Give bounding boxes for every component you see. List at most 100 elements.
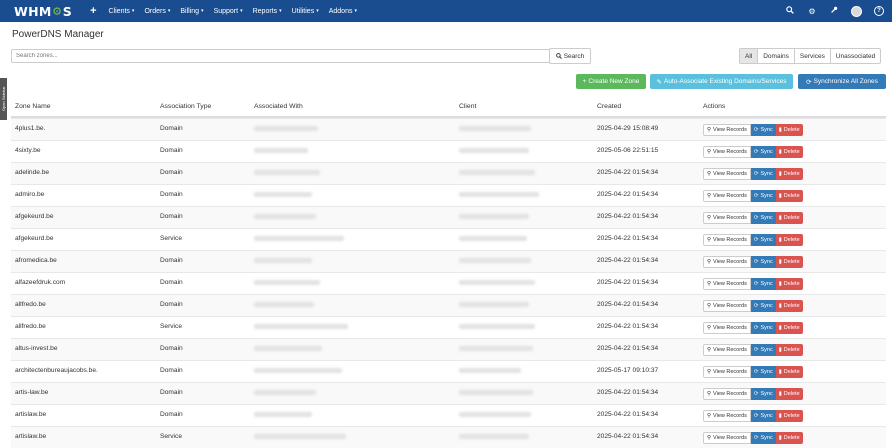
sync-button[interactable]: ⟳ Sync (750, 190, 776, 202)
delete-button[interactable]: ▮ Delete (775, 410, 803, 422)
wrench-icon[interactable] (829, 6, 839, 16)
view-records-button[interactable]: ⚲ View Records (703, 124, 751, 136)
view-records-button[interactable]: ⚲ View Records (703, 322, 751, 334)
sync-button[interactable]: ⟳ Sync (750, 278, 776, 290)
nav-billing[interactable]: Billing ▾ (180, 8, 203, 15)
sync-button[interactable]: ⟳ Sync (750, 344, 776, 356)
delete-button[interactable]: ▮ Delete (775, 300, 803, 312)
nav-support[interactable]: Support ▾ (214, 8, 243, 15)
help-icon[interactable]: ? (874, 6, 884, 16)
zone-name-cell[interactable]: alfazeefdruk.com (15, 279, 65, 286)
delete-button[interactable]: ▮ Delete (775, 168, 803, 180)
zone-name-cell[interactable]: adelinde.be (15, 169, 49, 176)
sync-button[interactable]: ⟳ Sync (750, 410, 776, 422)
zone-name-cell[interactable]: afgekeurd.be (15, 213, 54, 220)
view-records-button[interactable]: ⚲ View Records (703, 234, 751, 246)
zone-name-cell[interactable]: 4plus1.be. (15, 125, 45, 132)
delete-label: Delete (783, 259, 800, 265)
zone-name-cell[interactable]: afromedica.be (15, 257, 57, 264)
filter-domains[interactable]: Domains (757, 48, 795, 64)
zone-name-cell[interactable]: afgekeurd.be (15, 235, 54, 242)
sync-label: Sync (760, 171, 773, 177)
sync-all-button[interactable]: ⟳ Synchronize All Zones (798, 74, 886, 89)
view-records-button[interactable]: ⚲ View Records (703, 278, 751, 290)
zone-name-cell[interactable]: admiro.be (15, 191, 44, 198)
view-records-button[interactable]: ⚲ View Records (703, 432, 751, 444)
zone-name-cell[interactable]: altus-invest.be (15, 345, 58, 352)
table-row: 4sixty.be Domain 2025-05-06 22:51:15 ⚲ View … (11, 140, 886, 162)
filter-services[interactable]: Services (793, 48, 831, 64)
view-records-button[interactable]: ⚲ View Records (703, 146, 751, 158)
whmcs-logo[interactable]: WHM ⚙ S (14, 4, 72, 19)
zone-name-cell[interactable]: 4sixty.be (15, 147, 41, 154)
view-records-button[interactable]: ⚲ View Records (703, 388, 751, 400)
col-association-type[interactable]: Association Type (160, 103, 211, 110)
filter-all[interactable]: All (739, 48, 759, 64)
delete-button[interactable]: ▮ Delete (775, 256, 803, 268)
association-type-cell: Service (160, 433, 182, 440)
delete-button[interactable]: ▮ Delete (775, 278, 803, 290)
sync-button[interactable]: ⟳ Sync (750, 234, 776, 246)
view-records-button[interactable]: ⚲ View Records (703, 344, 751, 356)
delete-button[interactable]: ▮ Delete (775, 212, 803, 224)
delete-button[interactable]: ▮ Delete (775, 322, 803, 334)
sync-button[interactable]: ⟳ Sync (750, 366, 776, 378)
delete-button[interactable]: ▮ Delete (775, 190, 803, 202)
view-records-button[interactable]: ⚲ View Records (703, 168, 751, 180)
delete-button[interactable]: ▮ Delete (775, 234, 803, 246)
avatar[interactable] (851, 5, 862, 17)
view-records-button[interactable]: ⚲ View Records (703, 366, 751, 378)
nav-reports[interactable]: Reports ▾ (253, 8, 282, 15)
zone-name-cell[interactable]: artis-law.be (15, 389, 48, 396)
auto-associate-button[interactable]: ✎ Auto-Associate Existing Domains/Servic… (650, 74, 793, 89)
sync-button[interactable]: ⟳ Sync (750, 256, 776, 268)
nav-clients[interactable]: Clients ▾ (109, 8, 135, 15)
nav-orders[interactable]: Orders ▾ (144, 8, 170, 15)
col-created[interactable]: Created (597, 103, 621, 110)
plus-icon[interactable]: + (90, 5, 96, 17)
sync-icon: ⟳ (753, 215, 759, 221)
filter-unassociated[interactable]: Unassociated (829, 48, 882, 64)
view-records-button[interactable]: ⚲ View Records (703, 212, 751, 224)
cogs-icon[interactable]: ⚙ (807, 7, 817, 16)
delete-button[interactable]: ▮ Delete (775, 344, 803, 356)
search-icon[interactable] (785, 6, 795, 16)
sync-button[interactable]: ⟳ Sync (750, 168, 776, 180)
zone-name-cell[interactable]: architectenbureaujacobs.be. (15, 367, 98, 374)
view-records-button[interactable]: ⚲ View Records (703, 256, 751, 268)
search-button[interactable]: Search (549, 48, 591, 64)
trash-icon: ▮ (778, 413, 782, 419)
zone-name-cell[interactable]: allfredo.be (15, 323, 46, 330)
delete-button[interactable]: ▮ Delete (775, 432, 803, 444)
zone-name-cell[interactable]: artislaw.be (15, 433, 46, 440)
sync-button[interactable]: ⟳ Sync (750, 322, 776, 334)
sync-button[interactable]: ⟳ Sync (750, 124, 776, 136)
col-client[interactable]: Client (459, 103, 476, 110)
search-icon (555, 53, 562, 59)
search-input[interactable] (11, 49, 553, 63)
sync-button[interactable]: ⟳ Sync (750, 146, 776, 158)
zone-name-cell[interactable]: allfredo.be (15, 301, 46, 308)
delete-button[interactable]: ▮ Delete (775, 366, 803, 378)
sync-button[interactable]: ⟳ Sync (750, 300, 776, 312)
zone-name-cell[interactable]: artislaw.be (15, 411, 46, 418)
association-type-cell: Domain (160, 301, 183, 308)
create-zone-button[interactable]: + Create New Zone (576, 74, 646, 89)
sync-label: Sync (760, 391, 773, 397)
delete-button[interactable]: ▮ Delete (775, 124, 803, 136)
table-header: Zone Name Association Type Associated Wi… (11, 99, 886, 118)
col-associated-with[interactable]: Associated With (254, 103, 303, 110)
associated-with-redacted (254, 302, 314, 307)
nav-utilities[interactable]: Utilities ▾ (292, 8, 319, 15)
open-sidebar-tab[interactable]: Open Sidebar (0, 78, 7, 120)
col-zone-name[interactable]: Zone Name (15, 103, 51, 110)
delete-button[interactable]: ▮ Delete (775, 146, 803, 158)
sync-button[interactable]: ⟳ Sync (750, 432, 776, 444)
delete-button[interactable]: ▮ Delete (775, 388, 803, 400)
sync-button[interactable]: ⟳ Sync (750, 388, 776, 400)
view-records-button[interactable]: ⚲ View Records (703, 300, 751, 312)
sync-button[interactable]: ⟳ Sync (750, 212, 776, 224)
view-records-button[interactable]: ⚲ View Records (703, 190, 751, 202)
view-records-button[interactable]: ⚲ View Records (703, 410, 751, 422)
nav-addons[interactable]: Addons ▾ (329, 8, 357, 15)
